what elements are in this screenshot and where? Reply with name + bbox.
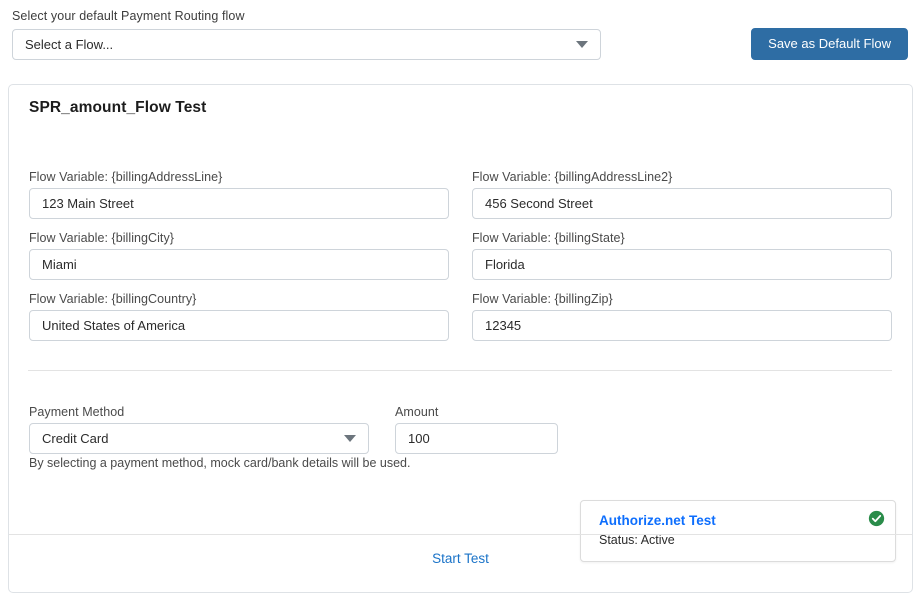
- default-flow-label: Select your default Payment Routing flow: [12, 9, 245, 23]
- billing-state-input[interactable]: [472, 249, 892, 280]
- start-test-button[interactable]: Start Test: [9, 551, 912, 566]
- billing-city-input[interactable]: [29, 249, 449, 280]
- billing-address-line-input[interactable]: [29, 188, 449, 219]
- payment-method-select-value: Credit Card: [40, 431, 344, 446]
- billing-zip-input[interactable]: [472, 310, 892, 341]
- field-billing-address-line2: Flow Variable: {billingAddressLine2}: [461, 170, 892, 231]
- flow-test-card: SPR_amount_Flow Test Flow Variable: {bil…: [8, 84, 913, 593]
- payment-section: Payment Method Credit Card Amount By sel…: [29, 405, 894, 515]
- footer-divider: [9, 534, 912, 535]
- amount-input[interactable]: [395, 423, 558, 454]
- check-circle-icon: [868, 510, 885, 527]
- field-billing-country: Flow Variable: {billingCountry}: [29, 292, 460, 353]
- payment-method-block: Payment Method Credit Card: [29, 405, 369, 454]
- billing-address-line2-input[interactable]: [472, 188, 892, 219]
- chevron-down-icon: [344, 435, 356, 442]
- billing-country-input[interactable]: [29, 310, 449, 341]
- field-billing-city: Flow Variable: {billingCity}: [29, 231, 460, 292]
- page-title: SPR_amount_Flow Test: [29, 99, 206, 117]
- amount-label: Amount: [395, 405, 558, 419]
- gateway-name: Authorize.net Test: [599, 513, 716, 528]
- default-flow-select-value: Select a Flow...: [23, 37, 576, 52]
- field-billing-zip: Flow Variable: {billingZip}: [461, 292, 892, 353]
- field-label: Flow Variable: {billingZip}: [472, 292, 892, 306]
- billing-variables-grid: Flow Variable: {billingAddressLine} Flow…: [29, 170, 892, 353]
- gateway-status-text: Status: Active: [599, 533, 675, 547]
- section-divider: [28, 370, 892, 371]
- payment-routing-test-page: Select your default Payment Routing flow…: [0, 0, 921, 607]
- payment-method-select[interactable]: Credit Card: [29, 423, 369, 454]
- field-label: Flow Variable: {billingAddressLine}: [29, 170, 449, 184]
- field-label: Flow Variable: {billingCity}: [29, 231, 449, 245]
- payment-method-hint: By selecting a payment method, mock card…: [29, 456, 410, 470]
- default-flow-select[interactable]: Select a Flow...: [12, 29, 601, 60]
- field-label: Flow Variable: {billingState}: [472, 231, 892, 245]
- chevron-down-icon: [576, 41, 588, 48]
- default-flow-selector-row: Select your default Payment Routing flow…: [0, 0, 921, 70]
- field-billing-state: Flow Variable: {billingState}: [461, 231, 892, 292]
- field-billing-address-line: Flow Variable: {billingAddressLine}: [29, 170, 460, 231]
- amount-block: Amount: [395, 405, 558, 454]
- payment-method-label: Payment Method: [29, 405, 369, 419]
- save-as-default-flow-button[interactable]: Save as Default Flow: [751, 28, 908, 60]
- field-label: Flow Variable: {billingAddressLine2}: [472, 170, 892, 184]
- field-label: Flow Variable: {billingCountry}: [29, 292, 449, 306]
